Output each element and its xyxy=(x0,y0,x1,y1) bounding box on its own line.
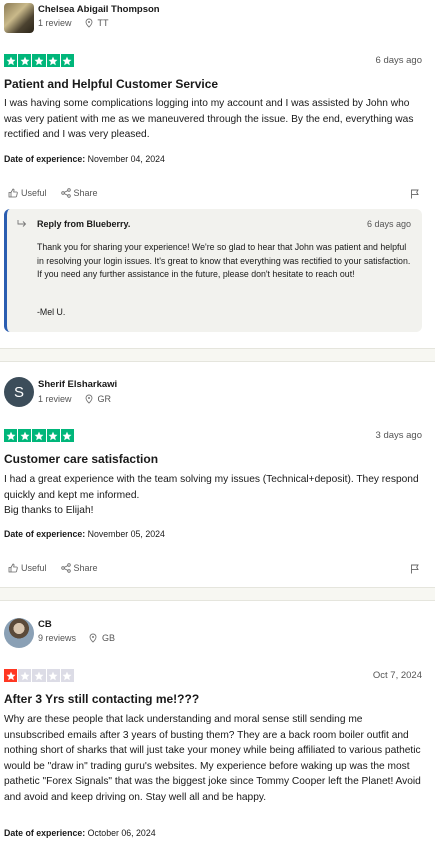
flag-icon[interactable] xyxy=(410,189,420,199)
reviewer-country: GB xyxy=(102,633,116,643)
thumbs-up-icon xyxy=(8,563,18,573)
review-card: CB 9 reviews GB Oct 7, 2024 After 3 Yrs … xyxy=(0,601,435,842)
reply-date: 6 days ago xyxy=(366,219,411,229)
location-pin-icon xyxy=(89,633,97,643)
star-icon xyxy=(4,669,18,683)
star-rating xyxy=(4,54,74,68)
share-button[interactable]: Share xyxy=(60,188,98,198)
review-body: Why are these people that lack understan… xyxy=(4,714,421,803)
review-actions: Useful Share xyxy=(8,563,98,573)
star-icon xyxy=(60,54,74,68)
review-count: 1 review xyxy=(38,394,72,404)
review-body: I was having some complications logging … xyxy=(4,98,414,141)
review-title[interactable]: After 3 Yrs still contacting me!??? xyxy=(4,692,199,706)
star-icon xyxy=(46,54,60,68)
star-icon xyxy=(4,429,18,443)
location-pin-icon xyxy=(85,18,92,28)
reply-arrow-icon xyxy=(17,220,27,227)
review-date: Oct 7, 2024 xyxy=(372,670,422,681)
review-body: I had a great experience with the team s… xyxy=(4,474,419,517)
star-icon xyxy=(18,669,32,683)
review-actions: Useful Share xyxy=(8,188,98,198)
reviewer-name[interactable]: Chelsea Abigail Thompson xyxy=(38,4,160,15)
star-icon xyxy=(32,54,46,68)
avatar[interactable] xyxy=(4,3,34,33)
star-icon xyxy=(60,669,74,683)
location-pin-icon xyxy=(85,394,92,404)
reply-text: Thank you for sharing your experience! W… xyxy=(37,242,411,280)
date-of-experience: Date of experience: November 05, 2024 xyxy=(4,529,165,539)
review-card: S Sherif Elsharkawi 1 review GR 3 days a… xyxy=(0,362,435,600)
reviewer-meta: 9 reviews GB xyxy=(38,633,115,643)
star-icon xyxy=(46,669,60,683)
star-icon xyxy=(18,429,32,443)
useful-button[interactable]: Useful xyxy=(8,188,47,198)
avatar[interactable] xyxy=(4,618,34,648)
star-icon xyxy=(4,54,18,68)
star-icon xyxy=(32,429,46,443)
reviewer-country: TT xyxy=(97,18,109,28)
reviewer-meta: 1 review GR xyxy=(38,394,111,404)
star-icon xyxy=(32,669,46,683)
share-button[interactable]: Share xyxy=(60,563,98,573)
date-of-experience: Date of experience: October 06, 2024 xyxy=(4,828,156,838)
share-icon xyxy=(60,563,71,573)
reviewer-name[interactable]: Sherif Elsharkawi xyxy=(38,379,117,390)
reviewer-name[interactable]: CB xyxy=(38,619,52,630)
review-title[interactable]: Patient and Helpful Customer Service xyxy=(4,77,218,91)
share-icon xyxy=(60,188,71,198)
flag-icon[interactable] xyxy=(410,564,420,574)
reply-header: Reply from Blueberry. xyxy=(37,219,131,229)
star-icon xyxy=(18,54,32,68)
star-rating xyxy=(4,669,74,683)
star-icon xyxy=(46,429,60,443)
thumbs-up-icon xyxy=(8,188,18,198)
reply-signature: -Mel U. xyxy=(37,307,66,317)
review-date: 6 days ago xyxy=(375,55,422,66)
company-reply: Reply from Blueberry. 6 days ago Thank y… xyxy=(4,209,422,332)
useful-button[interactable]: Useful xyxy=(8,563,47,573)
review-count: 1 review xyxy=(38,18,72,28)
date-of-experience: Date of experience: November 04, 2024 xyxy=(4,154,165,164)
review-card: Chelsea Abigail Thompson 1 review TT 6 d… xyxy=(0,0,435,348)
review-divider xyxy=(0,348,435,362)
reviewer-meta: 1 review TT xyxy=(38,18,109,28)
star-rating xyxy=(4,429,74,443)
review-count: 9 reviews xyxy=(38,633,77,643)
avatar[interactable]: S xyxy=(4,377,34,407)
star-icon xyxy=(60,429,74,443)
review-date: 3 days ago xyxy=(375,430,422,441)
review-title[interactable]: Customer care satisfaction xyxy=(4,452,158,466)
reviewer-country: GR xyxy=(97,394,112,404)
review-divider xyxy=(0,587,435,601)
